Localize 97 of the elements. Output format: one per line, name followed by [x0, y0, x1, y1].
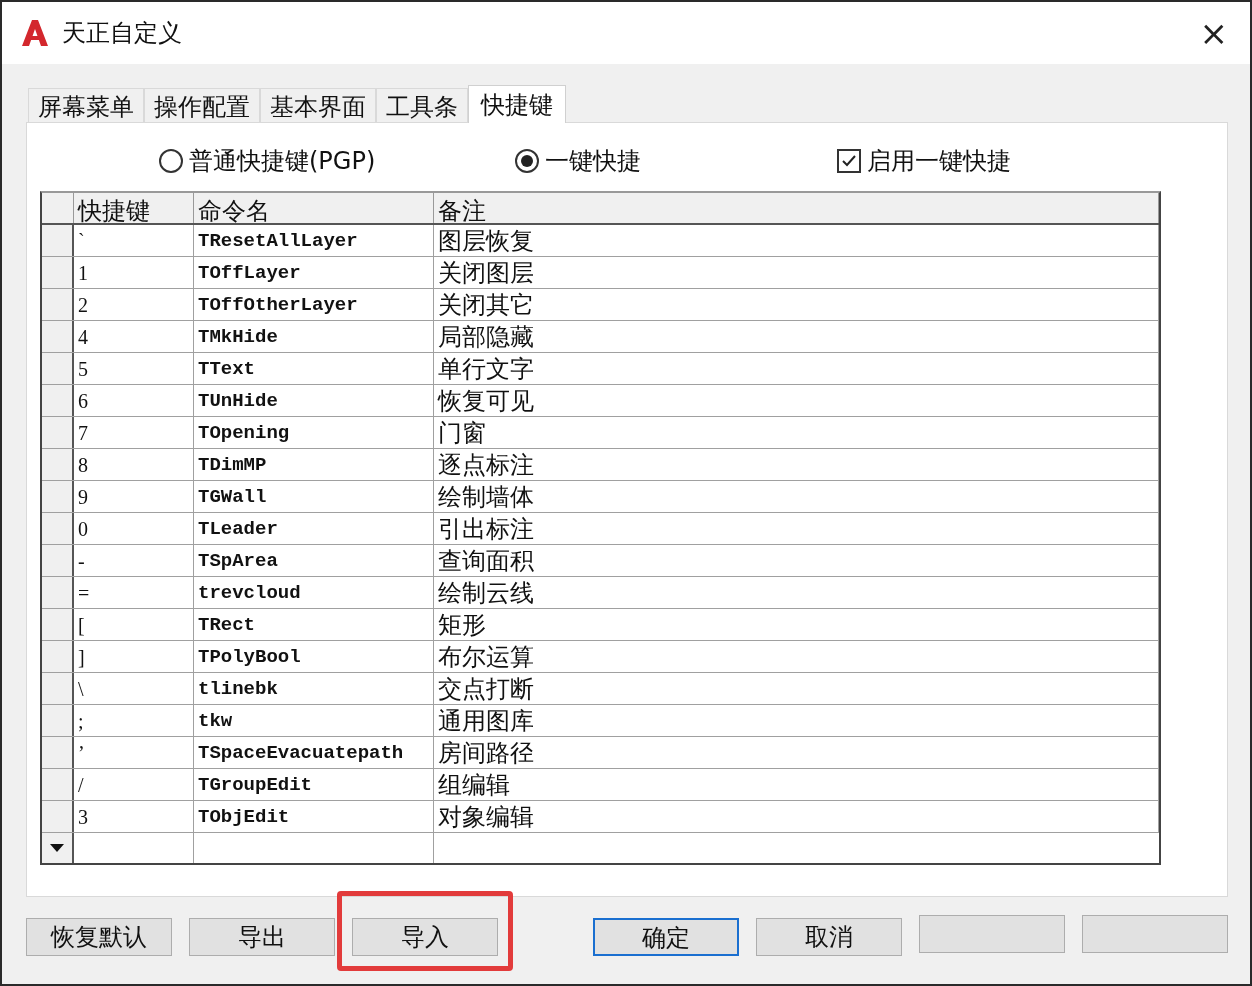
- table-cell: TLeader: [194, 513, 434, 544]
- table-cell: TOffOtherLayer: [194, 289, 434, 320]
- table-cell: TOffLayer: [194, 257, 434, 288]
- table-cell: 4: [74, 321, 194, 352]
- table-cell: 布尔运算: [434, 641, 1159, 672]
- table-cell: 单行文字: [434, 353, 1159, 384]
- row-header: [42, 609, 74, 640]
- radio-button[interactable]: [515, 149, 540, 173]
- table-cell: 逐点标注: [434, 449, 1159, 480]
- table-cell: 对象编辑: [434, 801, 1159, 832]
- row-header: [42, 385, 74, 416]
- table-cell: 5: [74, 353, 194, 384]
- table-cell: TGWall: [194, 481, 434, 512]
- row-header: [42, 353, 74, 384]
- radio-button[interactable]: [159, 149, 183, 173]
- table-cell: TSpaceEvacuatepath: [194, 737, 434, 768]
- table-cell: 3: [74, 801, 194, 832]
- row-header: [42, 673, 74, 704]
- table-cell: TText: [194, 353, 434, 384]
- row-header: [42, 545, 74, 576]
- table-cell: TResetAllLayer: [194, 225, 434, 256]
- table-cell: /: [74, 769, 194, 800]
- table-cell: TSpArea: [194, 545, 434, 576]
- row-header: [42, 289, 74, 320]
- table-cell: `: [74, 225, 194, 256]
- option-label: 一键快捷: [545, 146, 642, 177]
- option-label: 普通快捷键(PGP): [189, 146, 376, 177]
- table-cell: TDimMP: [194, 449, 434, 480]
- table-cell: ’: [74, 737, 194, 768]
- row-header: [42, 577, 74, 608]
- table-cell: 门窗: [434, 417, 1159, 448]
- table-cell: ;: [74, 705, 194, 736]
- table-cell: 恢复可见: [434, 385, 1159, 416]
- caret-down-icon: [50, 844, 64, 852]
- tab[interactable]: 快捷键: [468, 85, 566, 123]
- table-cell: 局部隐藏: [434, 321, 1159, 352]
- table-cell: 绘制云线: [434, 577, 1159, 608]
- table-cell: 矩形: [434, 609, 1159, 640]
- window-title: 天正自定义: [62, 18, 182, 49]
- dialog-button[interactable]: 确定: [593, 918, 739, 956]
- option-label: 启用一键快捷: [867, 146, 1012, 177]
- table-cell: TObjEdit: [194, 801, 434, 832]
- row-header: [42, 449, 74, 480]
- app-logo-icon: [20, 18, 50, 48]
- table-cell: 图层恢复: [434, 225, 1159, 256]
- table-cell: 6: [74, 385, 194, 416]
- row-header: [42, 321, 74, 352]
- column-header: 备注: [434, 193, 1159, 223]
- table-cell: 引出标注: [434, 513, 1159, 544]
- table-cell: tkw: [194, 705, 434, 736]
- table-cell: TUnHide: [194, 385, 434, 416]
- dialog-button[interactable]: 导入: [352, 918, 498, 956]
- table-cell: 绘制墙体: [434, 481, 1159, 512]
- table-cell: \: [74, 673, 194, 704]
- tab[interactable]: 屏幕菜单: [28, 88, 144, 122]
- table-cell: 1: [74, 257, 194, 288]
- table-cell: -: [74, 545, 194, 576]
- table-cell: ]: [74, 641, 194, 672]
- table-cell: TRect: [194, 609, 434, 640]
- table-cell: [: [74, 609, 194, 640]
- table-cell: tlinebk: [194, 673, 434, 704]
- table-cell: 交点打断: [434, 673, 1159, 704]
- row-header: [42, 705, 74, 736]
- table-cell: TMkHide: [194, 321, 434, 352]
- column-header: 快捷键: [74, 193, 194, 223]
- table-cell: 查询面积: [434, 545, 1159, 576]
- table-cell: 房间路径: [434, 737, 1159, 768]
- row-header: [42, 481, 74, 512]
- dialog-button[interactable]: 取消: [756, 918, 902, 956]
- table-cell: TPolyBool: [194, 641, 434, 672]
- dialog-button[interactable]: 恢复默认: [26, 918, 172, 956]
- table-cell: 关闭图层: [434, 257, 1159, 288]
- row-header: [42, 513, 74, 544]
- column-header: 命令名: [194, 193, 434, 223]
- table-cell: 7: [74, 417, 194, 448]
- row-header: [42, 257, 74, 288]
- table-cell: =: [74, 577, 194, 608]
- tab[interactable]: 操作配置: [144, 88, 260, 122]
- table-cell: 组编辑: [434, 769, 1159, 800]
- tab[interactable]: 工具条: [376, 88, 468, 122]
- row-header: [42, 417, 74, 448]
- table-cell: TOpening: [194, 417, 434, 448]
- row-header: [42, 769, 74, 800]
- table-cell: 8: [74, 449, 194, 480]
- checkbox[interactable]: [837, 149, 862, 173]
- row-header: [42, 737, 74, 768]
- table-cell: 通用图库: [434, 705, 1159, 736]
- table-cell: TGroupEdit: [194, 769, 434, 800]
- tab[interactable]: 基本界面: [260, 88, 376, 122]
- table-cell: 2: [74, 289, 194, 320]
- table-cell: trevcloud: [194, 577, 434, 608]
- table-cell: 9: [74, 481, 194, 512]
- dialog-button[interactable]: 导出: [189, 918, 335, 956]
- row-header: [42, 641, 74, 672]
- close-button[interactable]: ×: [1195, 16, 1232, 50]
- table-cell: 0: [74, 513, 194, 544]
- table-cell: 关闭其它: [434, 289, 1159, 320]
